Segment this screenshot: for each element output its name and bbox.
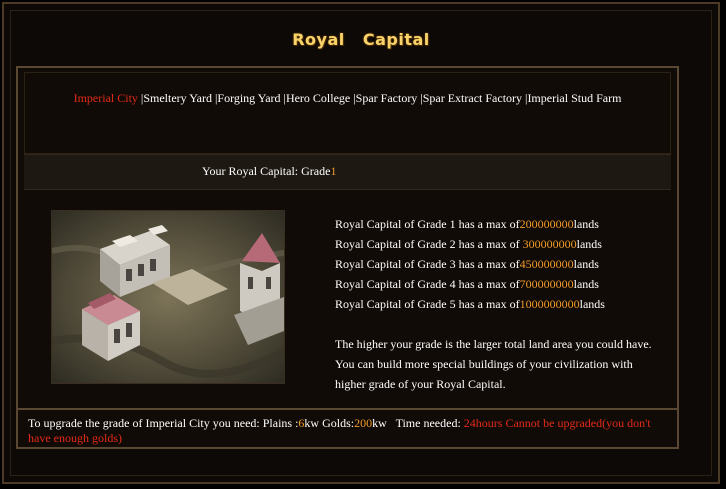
grade-info-line: Royal Capital of Grade 5 has a max of100… — [335, 294, 665, 314]
grade-info-value: 700000000 — [519, 277, 574, 291]
title-word-1: Royal — [292, 30, 345, 49]
current-grade: Your Royal Capital: Grade1 — [202, 164, 336, 179]
grade-info-line: Royal Capital of Grade 3 has a max of450… — [335, 254, 665, 274]
nav-item-hero-college[interactable]: Hero College — [286, 91, 350, 105]
grade-info-prefix: Royal Capital of Grade 5 has a max of — [335, 297, 520, 311]
golds-unit: kw — [372, 416, 387, 430]
upgrade-intro: To upgrade the grade of Imperial City yo… — [28, 416, 299, 430]
main-window: Royal Capital Imperial City |Smeltery Ya… — [2, 2, 720, 484]
grade-info-value: 450000000 — [519, 257, 574, 271]
grade-row: Your Royal Capital: Grade1 — [24, 154, 671, 190]
content-panel: Imperial City |Smeltery Yard |Forging Ya… — [16, 66, 679, 449]
grade-info-suffix: lands — [576, 237, 602, 251]
nav-item-forging-yard[interactable]: Forging Yard — [217, 91, 280, 105]
grade-info: Royal Capital of Grade 1 has a max of200… — [335, 214, 665, 394]
plains-unit: kw Golds: — [304, 416, 355, 430]
grade-info-suffix: lands — [573, 277, 599, 291]
grade-info-value: 200000000 — [519, 217, 574, 231]
time-label: Time needed: — [395, 416, 464, 430]
description-line-3: higher grade of your Royal Capital. — [335, 377, 506, 391]
nav-item-imperial-city[interactable]: Imperial City — [74, 91, 138, 105]
nav-item-spar-extract-factory[interactable]: Spar Extract Factory — [423, 91, 522, 105]
building-nav: Imperial City |Smeltery Yard |Forging Ya… — [25, 91, 670, 106]
title-word-2: Capital — [362, 30, 430, 49]
nav-box: Imperial City |Smeltery Yard |Forging Ya… — [24, 72, 671, 154]
description-line-1: The higher your grade is the larger tota… — [335, 337, 652, 351]
upgrade-requirements: To upgrade the grade of Imperial City yo… — [18, 408, 677, 449]
description-line-2: You can build more special buildings of … — [335, 357, 633, 371]
grade-value: 1 — [330, 164, 337, 178]
grade-label: Your Royal Capital: Grade — [202, 164, 331, 178]
royal-capital-image — [51, 210, 285, 384]
nav-item-smeltery-yard[interactable]: Smeltery Yard — [143, 91, 212, 105]
grade-info-line: Royal Capital of Grade 4 has a max of700… — [335, 274, 665, 294]
grade-info-suffix: lands — [573, 257, 599, 271]
nav-item-imperial-stud-farm[interactable]: Imperial Stud Farm — [527, 91, 621, 105]
grade-info-suffix: lands — [579, 297, 605, 311]
grade-info-prefix: Royal Capital of Grade 1 has a max of — [335, 217, 520, 231]
grade-info-prefix: Royal Capital of Grade 4 has a max of — [335, 277, 520, 291]
grade-info-prefix: Royal Capital of Grade 3 has a max of — [335, 257, 520, 271]
grade-info-line: Royal Capital of Grade 1 has a max of200… — [335, 214, 665, 234]
grade-info-suffix: lands — [573, 217, 599, 231]
grade-info-value: 300000000 — [522, 237, 577, 251]
golds-value: 200 — [354, 416, 373, 430]
time-value: 24hours — [463, 416, 503, 430]
grade-info-prefix: Royal Capital of Grade 2 has a max of — [335, 237, 523, 251]
nav-item-spar-factory[interactable]: Spar Factory — [356, 91, 418, 105]
page-title: Royal Capital — [4, 30, 718, 49]
grade-info-value: 1000000000 — [519, 297, 580, 311]
building-illustration-icon — [52, 211, 284, 383]
grade-info-line: Royal Capital of Grade 2 has a max of 30… — [335, 234, 665, 254]
